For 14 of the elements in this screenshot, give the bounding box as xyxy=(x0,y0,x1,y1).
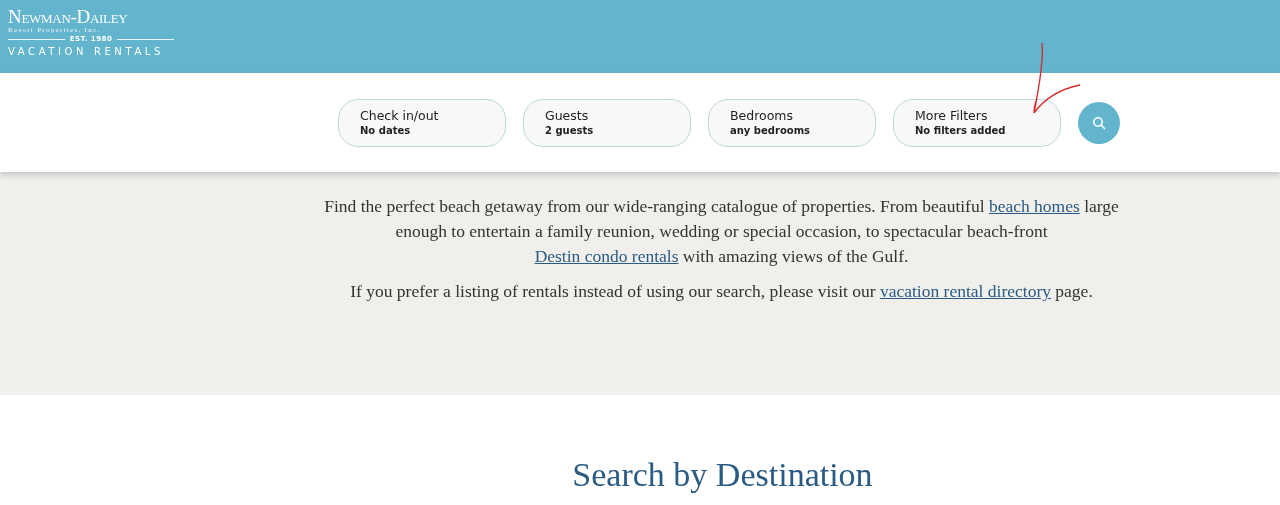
section-heading: Search by Destination xyxy=(572,455,873,495)
text-link[interactable]: vacation rental directory xyxy=(879,281,1051,301)
filter-button[interactable]: More Filters No filters added xyxy=(893,98,1061,147)
text-link[interactable]: Destin condo rentals xyxy=(534,246,679,266)
intro-paragraph: Find the perfect beach getaway from our wide-ranging catalogue of properties. From beautiful beach homes large enough to entertain a family reunion, wedding or special occasion, to spectacular beach-front Destin condo rentals with amazing views of the Gulf. xyxy=(323,195,1120,268)
search-button[interactable] xyxy=(1078,101,1120,144)
logo-name: Newman-Dailey xyxy=(8,8,128,26)
filter-button[interactable]: Check in/out No dates xyxy=(338,98,506,147)
logo-subtitle: VACATION RENTALS xyxy=(8,45,164,59)
filter-button[interactable]: Bedrooms any bedrooms xyxy=(708,98,876,147)
search-icon xyxy=(1092,115,1106,130)
intro-paragraph: If you prefer a listing of rentals instead of using our search, please visit our vacation rental directory page. xyxy=(349,280,1094,303)
text-link[interactable]: beach homes xyxy=(988,196,1080,216)
filter-button[interactable]: Guests 2 guests xyxy=(523,98,691,147)
